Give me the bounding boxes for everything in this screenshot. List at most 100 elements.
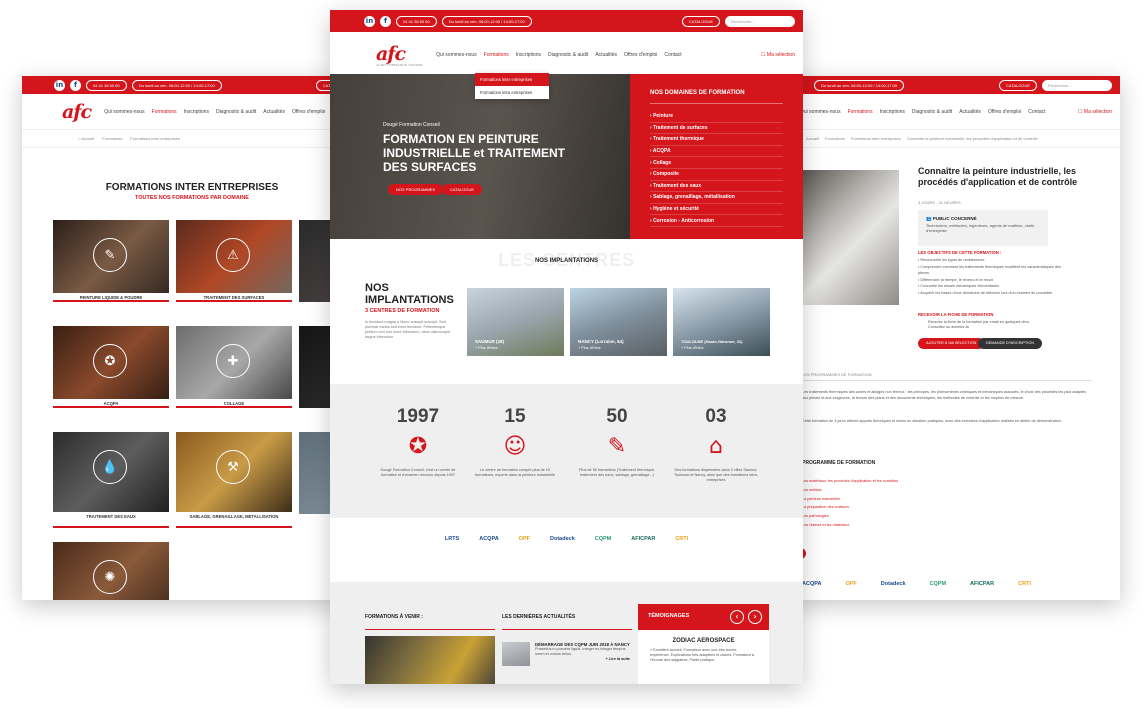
add-selection-button[interactable]: AJOUTER À MA SÉLECTION: [918, 338, 985, 349]
logo[interactable]: afc: [62, 101, 92, 123]
nav-item-inscriptions[interactable]: Inscriptions: [184, 109, 209, 115]
domain-link[interactable]: Collage: [650, 157, 783, 169]
partner-logo[interactable]: CRTI: [675, 536, 688, 542]
formation-image[interactable]: [365, 636, 495, 684]
partner-logo[interactable]: CQPM: [930, 581, 947, 587]
nav-item-diagnostic[interactable]: Diagnostic & audit: [548, 52, 588, 58]
stat-text: Le centre de formation compte plus de 15…: [475, 468, 555, 477]
phone-button[interactable]: 04 41 38 60 60: [396, 15, 437, 27]
list-item[interactable]: Les pathologies: [802, 512, 898, 521]
domain-link[interactable]: Corrosion - Anticorrosion: [650, 215, 783, 227]
breadcrumb-home[interactable]: Accueil: [806, 136, 819, 141]
next-arrow-icon[interactable]: ›: [748, 610, 762, 624]
phone-button[interactable]: 04 41 38 60 60: [86, 79, 127, 91]
catalogue-hero-button[interactable]: CATALOGUE: [442, 184, 483, 195]
partner-logo[interactable]: ACQPA: [479, 536, 498, 542]
nav-item-qui-sommes-nous[interactable]: Qui sommes-nous: [436, 52, 477, 58]
nav-item-contact[interactable]: Contact: [1028, 109, 1045, 115]
location-card-toulouse[interactable]: TOULOUSE (Haute-Garonne, 31) + Plus d'in…: [673, 288, 770, 356]
dropdown-item-inter[interactable]: Formations inter entreprises: [475, 73, 549, 86]
partner-logo[interactable]: AFICPAR: [631, 536, 655, 542]
nav-item-formations[interactable]: Formations: [152, 109, 177, 115]
breadcrumb-inter[interactable]: Formations inter entreprises: [851, 136, 901, 141]
hours-button[interactable]: Du lundi au ven. 08:00-12:00 / 14:00-17:…: [441, 15, 532, 27]
domain-link[interactable]: Peinture: [650, 111, 783, 123]
domain-link[interactable]: Sablage, grenaillage, métallisation: [650, 192, 783, 204]
partner-logo[interactable]: Dotadeck: [550, 536, 575, 542]
breadcrumb-formations[interactable]: Formations: [825, 136, 845, 141]
implantations-text: In tincidunt magna a libero suscipit sus…: [365, 320, 451, 339]
dropdown-item-intra[interactable]: Formations intra entreprises: [475, 86, 549, 99]
read-more-link[interactable]: + Lire la suite: [535, 657, 630, 662]
facebook-icon[interactable]: f: [380, 15, 391, 27]
list-item[interactable]: Les matériaux, les procédés d'applicatio…: [802, 477, 898, 486]
nav-item-offres[interactable]: Offres d'emploi: [624, 52, 657, 58]
partner-logo[interactable]: AFICPAR: [970, 581, 994, 587]
nav-item-actualites[interactable]: Actualités: [263, 109, 285, 115]
tile-collage[interactable]: ✚ COLLAGE: [176, 326, 292, 408]
nav-item-formations[interactable]: Formations: [484, 52, 509, 58]
tile-traitement-eaux[interactable]: 💧 TRAITEMENT DES EAUX: [53, 432, 169, 528]
location-more-link[interactable]: + Plus d'infos: [681, 346, 704, 350]
location-card-nancy[interactable]: NANCY (Lorraine, 54) + Plus d'infos: [570, 288, 667, 356]
location-more-link[interactable]: + Plus d'infos: [578, 346, 601, 350]
location-card-saumur[interactable]: SAUMUR (49) + Plus d'infos: [467, 288, 564, 356]
catalogue-button[interactable]: CATALOGUE: [681, 15, 720, 27]
tile-corrosion[interactable]: ✺: [53, 542, 169, 600]
list-item[interactable]: La peinture industrielle: [802, 495, 898, 504]
tile-sablage[interactable]: ⚒ SABLAGE, GRENAILLAGE, METALLISATION: [176, 432, 292, 528]
prev-arrow-icon[interactable]: ‹: [730, 610, 744, 624]
nav-item-qui-sommes-nous[interactable]: Qui sommes-nous: [104, 109, 145, 115]
domain-link[interactable]: Traitement thermique: [650, 134, 783, 146]
nav-item-actualites[interactable]: Actualités: [595, 52, 617, 58]
nav-item-qui-sommes-nous[interactable]: Qui sommes-nous: [800, 109, 841, 115]
tile-label: SABLAGE, GRENAILLAGE, METALLISATION: [176, 512, 292, 528]
partner-logo[interactable]: ACQPA: [802, 581, 821, 587]
nav-item-inscriptions[interactable]: Inscriptions: [516, 52, 541, 58]
inscription-button[interactable]: DEMANDE D'INSCRIPTION: [978, 338, 1042, 349]
search-input[interactable]: Rechercher...: [1042, 79, 1112, 91]
list-item[interactable]: La préparation des surfaces: [802, 503, 898, 512]
nav-item-actualites[interactable]: Actualités: [959, 109, 981, 115]
tile-traitement-surfaces[interactable]: ⚠ TRAITEMENT DES SURFACES: [176, 220, 292, 302]
domain-link[interactable]: Traitement des eaux: [650, 181, 783, 193]
actu-item[interactable]: DÉMARRAGE DES CQPM JUIN 2018 À NANCY Pha…: [535, 642, 630, 662]
logo[interactable]: afc AUDIT FORMATION CONSEIL: [376, 43, 423, 67]
partner-logo[interactable]: OPF: [845, 581, 856, 587]
programmes-button[interactable]: NOS PROGRAMMES: [388, 184, 444, 195]
nav-item-offres[interactable]: Offres d'emploi: [292, 109, 325, 115]
partner-logo[interactable]: LRTS: [445, 536, 459, 542]
domain-link[interactable]: Traitement de surfaces: [650, 123, 783, 135]
ma-selection-link[interactable]: ☐ Ma sélection: [761, 52, 795, 58]
facebook-icon[interactable]: f: [70, 79, 81, 91]
nav-item-offres[interactable]: Offres d'emploi: [988, 109, 1021, 115]
location-more-link[interactable]: + Plus d'infos: [475, 346, 498, 350]
search-input[interactable]: Rechercher...: [725, 15, 795, 27]
breadcrumb-formations[interactable]: Formations: [102, 136, 122, 141]
catalogue-button[interactable]: CATALOGUE: [998, 79, 1037, 91]
partner-logo[interactable]: Dotadeck: [881, 581, 906, 587]
hours-button[interactable]: Du lundi au ven. 08:00-12:00 / 14:00-17:…: [131, 79, 222, 91]
tab-programmes[interactable]: LES PROGRAMMES DE FORMATION: [802, 372, 1092, 381]
domain-link[interactable]: Composite: [650, 169, 783, 181]
breadcrumb-home[interactable]: ⌂ Accueil: [78, 136, 94, 141]
linkedin-icon[interactable]: in: [54, 79, 65, 91]
nav-item-diagnostic[interactable]: Diagnostic & audit: [216, 109, 256, 115]
partner-logo[interactable]: OPF: [519, 536, 530, 542]
hours-button[interactable]: Du lundi au ven. 08:00-12:00 / 14:00-17:…: [814, 79, 905, 91]
domain-link[interactable]: ACQPA: [650, 146, 783, 158]
partner-logo[interactable]: CRTI: [1018, 581, 1031, 587]
nav-item-inscriptions[interactable]: Inscriptions: [880, 109, 905, 115]
list-item[interactable]: Les métaux: [802, 486, 898, 495]
list-item[interactable]: Les résines et les matériaux: [802, 521, 898, 530]
linkedin-icon[interactable]: in: [364, 15, 375, 27]
nav-item-diagnostic[interactable]: Diagnostic & audit: [912, 109, 952, 115]
actu-image[interactable]: [502, 642, 530, 666]
partner-logo[interactable]: CQPM: [595, 536, 612, 542]
tile-acqpa[interactable]: ✪ ACQPA: [53, 326, 169, 408]
domain-link[interactable]: Hygiène et sécurité: [650, 204, 783, 216]
nav-item-formations[interactable]: Formations: [848, 109, 873, 115]
ma-selection-link[interactable]: ☐ Ma sélection: [1078, 109, 1112, 115]
nav-item-contact[interactable]: Contact: [664, 52, 681, 58]
tile-peinture[interactable]: ✎ PEINTURE LIQUIDE & POUDRE: [53, 220, 169, 302]
